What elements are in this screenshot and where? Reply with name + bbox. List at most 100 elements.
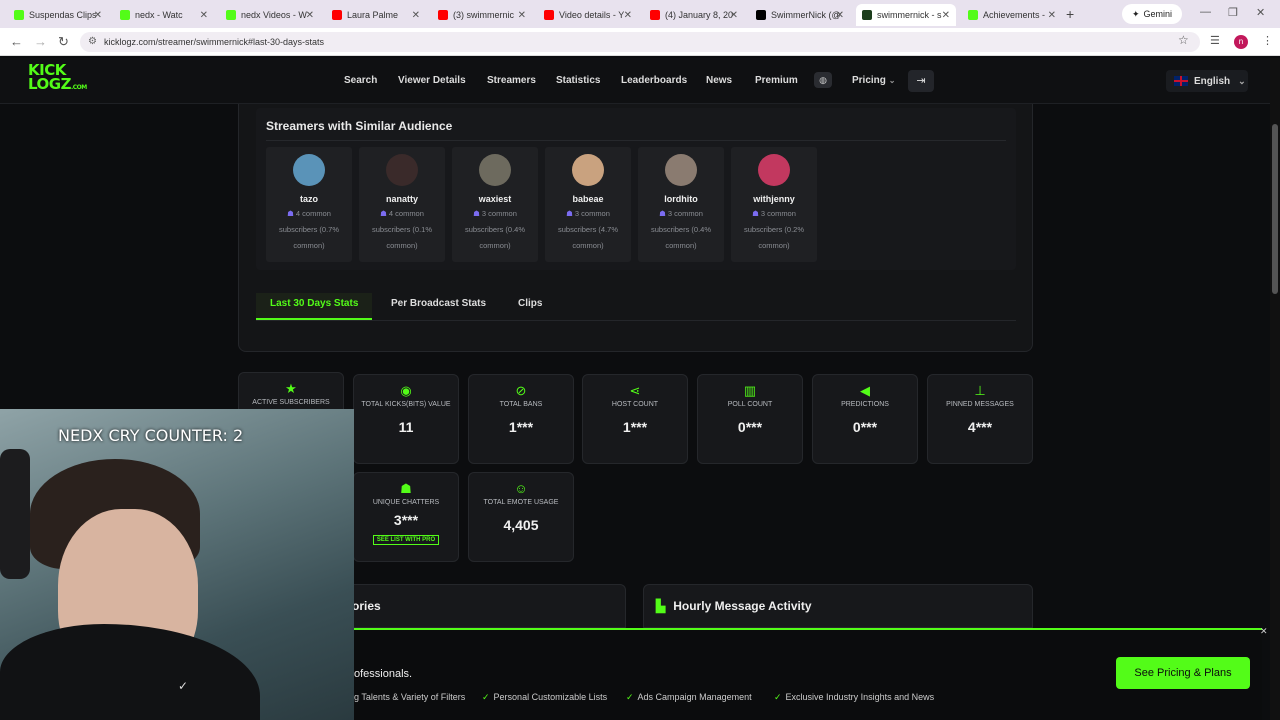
url-field[interactable]: ⚙ kicklogz.com/streamer/swimmernick#last… [80,32,1200,52]
tab-search-icon[interactable]: ☰ [1210,34,1220,47]
see-list-pro-button[interactable]: SEE LIST WITH PRO [372,535,440,545]
close-tab-icon[interactable]: ✕ [94,10,102,21]
stat-value: 4,405 [503,517,539,533]
reload-icon[interactable]: ↻ [58,34,69,50]
tab-clips[interactable]: Clips [504,293,556,320]
nav-leaderboards[interactable]: Leaderboards [621,75,687,86]
users-icon: ☗ [566,209,575,218]
browser-tab[interactable]: Suspendas Clips ✕ [8,4,108,26]
streamer-name: lordhito [664,194,698,204]
tab-last-30-days[interactable]: Last 30 Days Stats [256,293,373,320]
browser-tab[interactable]: nedx - Watc ✕ [114,4,214,26]
close-tab-icon[interactable]: ✕ [942,10,950,21]
nav-streamers[interactable]: Streamers [487,75,536,86]
common-subscribers: ☗ 3 common subscribers (0.2% common) [731,206,817,254]
close-tab-icon[interactable]: ✕ [1048,10,1056,21]
browser-tab[interactable]: SwimmerNick (@ ✕ [750,4,850,26]
close-tab-icon[interactable]: ✕ [306,10,314,21]
similar-streamer-card[interactable]: withjenny ☗ 3 common subscribers (0.2% co… [731,147,817,262]
close-tab-icon[interactable]: ✕ [200,10,208,21]
login-icon[interactable]: ⇥ [908,70,934,92]
browser-tab[interactable]: Video details - Y ✕ [538,4,638,26]
stat-label: Total Emote Usage [483,499,559,506]
streamer-name: withjenny [753,194,795,204]
browser-tab-bar: Suspendas Clips ✕ nedx - Watc ✕ nedx Videos … [0,0,1280,28]
site-logo[interactable]: KICK LOGZ.COM [28,63,87,95]
similar-streamer-card[interactable]: waxiest ☗ 3 common subscribers (0.4% comm… [452,147,538,262]
similar-streamer-card[interactable]: babeae ☗ 3 common subscribers (4.7% commo… [545,147,631,262]
tab-per-broadcast[interactable]: Per Broadcast Stats [377,293,500,320]
logo-line-2: LOGZ [28,75,71,93]
nav-premium[interactable]: Premium [755,75,798,86]
browser-tab[interactable]: swimmernick - s ✕ [856,4,956,26]
check-icon: ✓ [626,692,634,702]
scroll-thumb[interactable] [1272,124,1278,294]
nav-search[interactable]: Search [344,75,377,86]
new-tab-button[interactable]: + [1066,6,1074,22]
minimize-icon[interactable]: — [1200,6,1211,18]
nav-news[interactable]: News [706,75,732,86]
stats-tabs: Last 30 Days Stats Per Broadcast Stats C… [256,293,1016,321]
stat-label: Total Bans [499,401,543,408]
close-tab-icon[interactable]: ✕ [412,10,420,21]
tab-label: Achievements - [983,10,1046,20]
profile-avatar[interactable]: n [1234,35,1248,49]
promo-text: ofessionals. [354,668,413,680]
nav-pricing[interactable]: Pricing ⌄ [852,75,895,86]
promo-feature-label: Exclusive Industry Insights and News [785,692,935,702]
promo-feature: g Talents & Variety of Filters [354,692,465,702]
tab-label: nedx Videos - W [241,10,307,20]
stat-value: 1*** [622,419,648,435]
tab-favicon-icon [120,10,130,20]
close-window-icon[interactable]: ✕ [1256,6,1265,19]
page-scrollbar[interactable] [1270,58,1280,720]
tab-favicon-icon [756,10,766,20]
nav-statistics[interactable]: Statistics [556,75,600,86]
streamer-name: babeae [572,194,604,204]
see-pricing-button[interactable]: See Pricing & Plans [1116,657,1250,689]
browser-tab[interactable]: (3) swimmernic ✕ [432,4,532,26]
hourly-activity-label: Hourly Message Activity [673,599,812,613]
language-select[interactable]: English ⌄ [1166,70,1248,92]
categories-title: ories [352,599,381,613]
close-tab-icon[interactable]: ✕ [518,10,526,21]
similar-streamer-card[interactable]: lordhito ☗ 3 common subscribers (0.4% com… [638,147,724,262]
forward-icon[interactable]: → [34,34,47,49]
close-tab-icon[interactable]: ✕ [624,10,632,21]
close-tab-icon[interactable]: ✕ [730,10,738,21]
similar-streamer-card[interactable]: nanatty ☗ 4 common subscribers (0.1% comm… [359,147,445,262]
url-text: kicklogz.com/streamer/swimmernick#last-3… [104,37,325,47]
smile-icon: ☺ [514,481,528,496]
stat-card: ◀ Predictions 0*** [812,374,918,464]
streamer-name: tazo [300,194,318,204]
users-icon: ☗ [380,209,389,218]
coins-icon: ◉ [400,383,412,398]
browser-tab[interactable]: Achievements - ✕ [962,4,1062,26]
ban-icon: ⊘ [515,383,527,398]
stat-card: ◉ Total Kicks(Bits) Value 11 [353,374,459,464]
check-icon: ✓ [774,692,782,702]
nav-viewer-details[interactable]: Viewer Details [398,75,466,86]
streamer-name: waxiest [478,194,512,204]
gemini-icon: ✦ [1132,8,1140,19]
similar-streamer-card[interactable]: tazo ☗ 4 common subscribers (0.7% common) [266,147,352,262]
close-tab-icon[interactable]: ✕ [836,10,844,21]
similar-audience-title: Streamers with Similar Audience [266,119,453,133]
tab-label: (4) January 8, 20 [665,10,734,20]
gemini-button[interactable]: ✦ Gemini [1122,4,1183,24]
site-info-icon[interactable]: ⚙ [88,36,97,47]
close-icon[interactable]: ✕ [1260,626,1268,637]
browser-tab[interactable]: nedx Videos - W ✕ [220,4,320,26]
discord-icon[interactable]: ◍ [814,72,832,88]
browser-tab[interactable]: (4) January 8, 20 ✕ [644,4,744,26]
maximize-icon[interactable]: ❐ [1228,6,1238,19]
stat-label: Host Count [611,401,659,408]
back-icon[interactable]: ← [10,34,23,49]
common-subscribers: ☗ 4 common subscribers (0.7% common) [266,206,352,254]
browser-tab[interactable]: Laura Palme ✕ [326,4,426,26]
cry-counter: NEDX CRY COUNTER: 2 [58,426,244,445]
stat-card: ☺ Total Emote Usage 4,405 [468,472,574,562]
browser-menu-icon[interactable]: ⋮ [1262,34,1273,47]
chevron-down-icon: ⌄ [1238,75,1246,86]
bookmark-star-icon[interactable]: ☆ [1178,33,1189,47]
